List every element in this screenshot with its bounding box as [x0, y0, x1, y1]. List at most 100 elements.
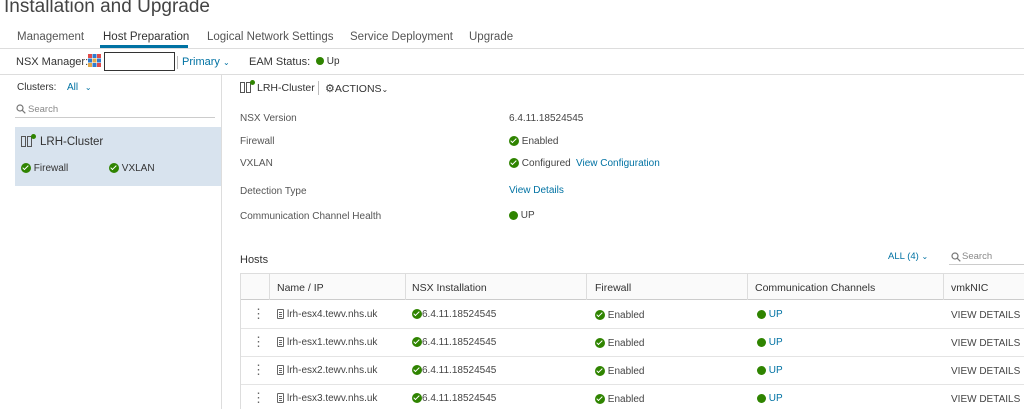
table-row[interactable]: ⋮ lrh-esx1.tewv.nhs.uk 6.4.11.18524545 E… [241, 329, 1024, 357]
chevron-down-icon: ⌄ [222, 58, 230, 67]
cluster-icon [21, 134, 36, 147]
eam-status: Up [316, 56, 340, 67]
clusters-filter-dropdown[interactable]: All ⌄ [67, 82, 92, 93]
cluster-icon [240, 80, 255, 93]
comm-channel-cell: UP [757, 309, 783, 320]
view-details-link[interactable]: VIEW DETAILS [951, 310, 1020, 321]
host-comm-status-link[interactable]: UP [769, 309, 783, 320]
host-comm-status-link[interactable]: UP [769, 337, 783, 348]
host-icon [277, 365, 284, 376]
firewall-cell: Enabled [595, 310, 644, 321]
hosts-filter-label: ALL (4) [888, 251, 919, 262]
column-header-vmknic[interactable]: vmkNIC [951, 282, 988, 294]
hosts-search-placeholder: Search [962, 251, 993, 262]
nsx-manager-grid-icon [88, 54, 101, 67]
host-comm-status-link[interactable]: UP [769, 365, 783, 376]
actions-button[interactable]: ⚙ACTIONS⌄ [325, 82, 388, 95]
comm-channel-label: Communication Channel Health [240, 211, 382, 222]
status-dot-icon [509, 210, 518, 220]
check-circle-icon [509, 158, 519, 169]
nsx-version-label: NSX Version [240, 113, 297, 124]
column-header-name[interactable]: Name / IP [277, 282, 324, 294]
table-row[interactable]: ⋮ lrh-esx2.tewv.nhs.uk 6.4.11.18524545 E… [241, 357, 1024, 385]
host-name-cell: lrh-esx2.tewv.nhs.uk [277, 365, 377, 376]
nsx-installation-cell: 6.4.11.18524545 [412, 309, 496, 320]
column-header-nsx-installation[interactable]: NSX Installation [412, 282, 487, 294]
hosts-search[interactable]: Search [949, 249, 1024, 265]
table-row[interactable]: ⋮ lrh-esx4.tewv.nhs.uk 6.4.11.18524545 E… [241, 301, 1024, 329]
row-actions-kebab-icon[interactable]: ⋮ [252, 362, 265, 378]
view-details-link[interactable]: View Details [509, 185, 564, 196]
firewall-value: Enabled [521, 136, 559, 147]
role-dropdown[interactable]: Primary ⌄ [182, 56, 230, 68]
check-circle-icon [412, 365, 422, 376]
cluster-vxlan-status: VXLAN [109, 163, 155, 174]
host-name-cell: lrh-esx1.tewv.nhs.uk [277, 337, 377, 348]
host-icon [277, 393, 284, 404]
vxlan-value: Configured [521, 158, 571, 169]
cluster-firewall-status: Firewall [21, 163, 68, 174]
table-row[interactable]: ⋮ lrh-esx3.tewv.nhs.uk 6.4.11.18524545 E… [241, 385, 1024, 409]
nsx-installation-cell: 6.4.11.18524545 [412, 365, 496, 376]
nsx-manager-field[interactable] [104, 52, 175, 71]
eam-status-label: EAM Status: [249, 56, 311, 68]
status-dot-icon [757, 337, 766, 347]
cluster-firewall-label: Firewall [33, 163, 69, 174]
firewall-cell: Enabled [595, 366, 644, 377]
hosts-filter-dropdown[interactable]: ALL (4) ⌄ [888, 251, 928, 262]
host-name-cell: lrh-esx3.tewv.nhs.uk [277, 393, 377, 404]
view-details-link[interactable]: VIEW DETAILS [951, 338, 1020, 349]
status-dot-icon [757, 309, 766, 319]
tab-host-preparation[interactable]: Host Preparation [103, 31, 189, 43]
cluster-search[interactable]: Search [15, 101, 215, 118]
view-details-link[interactable]: VIEW DETAILS [951, 366, 1020, 377]
cluster-vxlan-label: VXLAN [121, 163, 155, 174]
nsx-installation-cell: 6.4.11.18524545 [412, 337, 496, 348]
host-firewall: Enabled [607, 366, 645, 377]
check-circle-icon [595, 394, 605, 405]
host-name: lrh-esx3.tewv.nhs.uk [287, 393, 378, 404]
host-firewall: Enabled [607, 310, 645, 321]
tab-logical-network-settings[interactable]: Logical Network Settings [207, 31, 334, 43]
host-nsx-version: 6.4.11.18524545 [422, 337, 497, 348]
tab-management[interactable]: Management [17, 31, 84, 43]
host-nsx-version: 6.4.11.18524545 [422, 365, 497, 376]
view-configuration-link[interactable]: View Configuration [576, 158, 660, 169]
tab-upgrade[interactable]: Upgrade [469, 31, 513, 43]
vxlan-status: Configured [509, 158, 571, 169]
column-header-firewall[interactable]: Firewall [595, 282, 631, 294]
check-circle-icon [21, 163, 31, 174]
view-details-link[interactable]: VIEW DETAILS [951, 394, 1020, 405]
host-nsx-version: 6.4.11.18524545 [422, 393, 497, 404]
row-actions-kebab-icon[interactable]: ⋮ [252, 390, 265, 406]
row-actions-kebab-icon[interactable]: ⋮ [252, 306, 265, 322]
host-name-cell: lrh-esx4.tewv.nhs.uk [277, 309, 377, 320]
chevron-down-icon: ⌄ [921, 252, 929, 261]
page-title: Installation and Upgrade [4, 0, 210, 17]
cluster-card[interactable]: LRH-Cluster Firewall VXLAN [15, 127, 221, 186]
clusters-filter-label: All [67, 82, 79, 93]
tab-service-deployment[interactable]: Service Deployment [350, 31, 453, 43]
host-name: lrh-esx4.tewv.nhs.uk [287, 309, 378, 320]
host-firewall: Enabled [607, 338, 645, 349]
check-circle-icon [412, 337, 422, 348]
clusters-label: Clusters: [17, 82, 57, 93]
host-icon [277, 309, 284, 320]
tab-divider [0, 48, 1024, 49]
check-circle-icon [509, 136, 519, 147]
comm-channel-cell: UP [757, 393, 783, 404]
status-dot-icon [757, 365, 766, 375]
comm-channel-cell: UP [757, 365, 783, 376]
host-comm-status-link[interactable]: UP [769, 393, 783, 404]
column-header-communication-channels[interactable]: Communication Channels [755, 282, 875, 294]
firewall-status: Enabled [509, 136, 558, 147]
toolbar-divider-line [0, 74, 1024, 75]
row-actions-kebab-icon[interactable]: ⋮ [252, 334, 265, 350]
actions-label: ACTIONS [334, 83, 382, 95]
gear-icon: ⚙ [325, 83, 335, 95]
sidebar-divider [221, 75, 222, 409]
check-circle-icon [109, 163, 119, 174]
nsx-version-value: 6.4.11.18524545 [509, 113, 584, 124]
search-icon [951, 252, 961, 262]
check-circle-icon [412, 309, 422, 320]
